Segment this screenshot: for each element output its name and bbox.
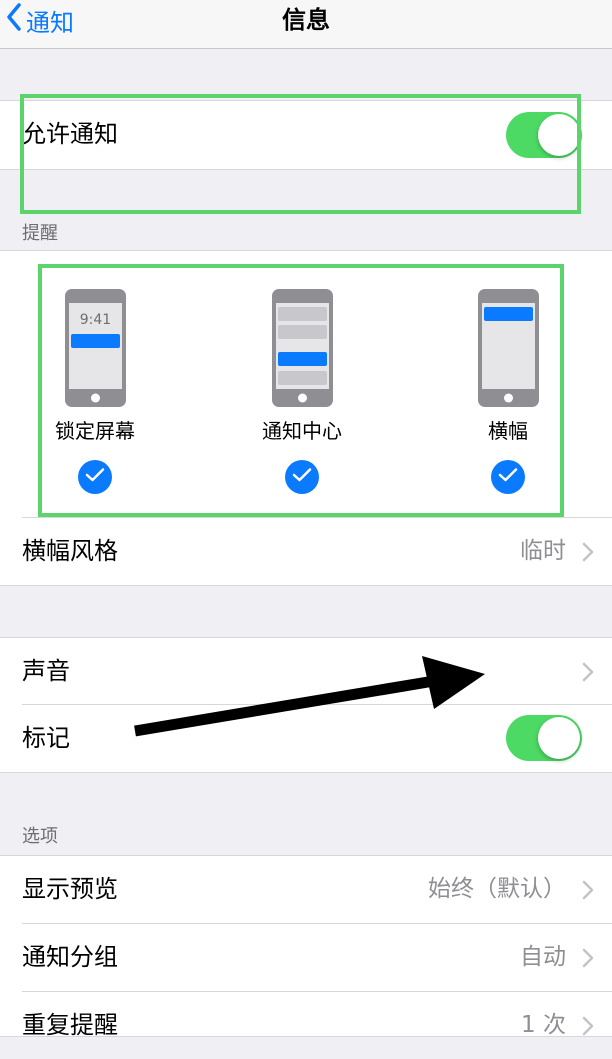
back-button-label: 通知 xyxy=(26,8,74,37)
notification-center-label: 通知中心 xyxy=(262,419,342,443)
back-button[interactable]: 通知 xyxy=(6,2,74,38)
lock-screen-time: 9:41 xyxy=(80,312,111,328)
allow-notifications-label: 允许通知 xyxy=(22,120,118,148)
lock-screen-phone-icon[interactable]: 9:41 xyxy=(65,289,126,411)
chevron-right-icon xyxy=(582,948,594,972)
badges-label: 标记 xyxy=(22,724,70,752)
repeat-alerts-label: 重复提醒 xyxy=(22,1011,118,1039)
notification-grouping-row[interactable]: 通知分组 自动 xyxy=(0,924,612,991)
chevron-left-icon xyxy=(6,3,26,37)
checkmark-icon xyxy=(498,467,518,487)
repeat-alerts-value: 1 次 xyxy=(521,1012,566,1038)
banner-style-label: 横幅风格 xyxy=(22,537,118,565)
notification-grouping-value: 自动 xyxy=(520,944,566,970)
page-title: 信息 xyxy=(282,6,330,34)
show-previews-row[interactable]: 显示预览 始终（默认） xyxy=(0,856,612,923)
badges-toggle[interactable] xyxy=(506,715,582,761)
notification-center-checkbox[interactable] xyxy=(285,460,319,494)
chevron-right-icon xyxy=(582,1016,594,1040)
banners-label: 横幅 xyxy=(488,419,528,443)
show-previews-label: 显示预览 xyxy=(22,875,118,903)
badges-row: 标记 xyxy=(0,705,612,772)
banner-style-value: 临时 xyxy=(520,538,566,564)
checkmark-icon xyxy=(85,467,105,487)
chevron-right-icon xyxy=(582,542,594,566)
lock-screen-checkbox[interactable] xyxy=(78,460,112,494)
chevron-right-icon xyxy=(582,662,594,686)
sounds-badges-group: 声音 标记 xyxy=(0,637,612,773)
banners-checkbox[interactable] xyxy=(491,460,525,494)
toggle-knob xyxy=(538,717,580,759)
alerts-section-header: 提醒 xyxy=(22,223,58,244)
checkmark-icon xyxy=(292,467,312,487)
sounds-label: 声音 xyxy=(22,657,70,685)
allow-notifications-toggle[interactable] xyxy=(506,112,582,158)
sounds-row[interactable]: 声音 xyxy=(0,638,612,705)
notification-grouping-label: 通知分组 xyxy=(22,943,118,971)
options-group: 显示预览 始终（默认） 通知分组 自动 重复提醒 1 次 xyxy=(0,855,612,1039)
options-section-header: 选项 xyxy=(22,826,58,847)
chevron-right-icon xyxy=(582,880,594,904)
lock-screen-label: 锁定屏幕 xyxy=(55,419,135,443)
allow-notifications-group: 允许通知 xyxy=(0,100,612,170)
repeat-alerts-row[interactable]: 重复提醒 1 次 xyxy=(0,992,612,1059)
notification-center-phone-icon[interactable] xyxy=(272,289,333,411)
banner-style-row[interactable]: 横幅风格 临时 xyxy=(0,518,612,585)
banners-phone-icon[interactable] xyxy=(478,289,539,411)
show-previews-value: 始终（默认） xyxy=(428,876,566,902)
allow-notifications-row: 允许通知 xyxy=(0,101,612,168)
toggle-knob xyxy=(538,114,580,156)
